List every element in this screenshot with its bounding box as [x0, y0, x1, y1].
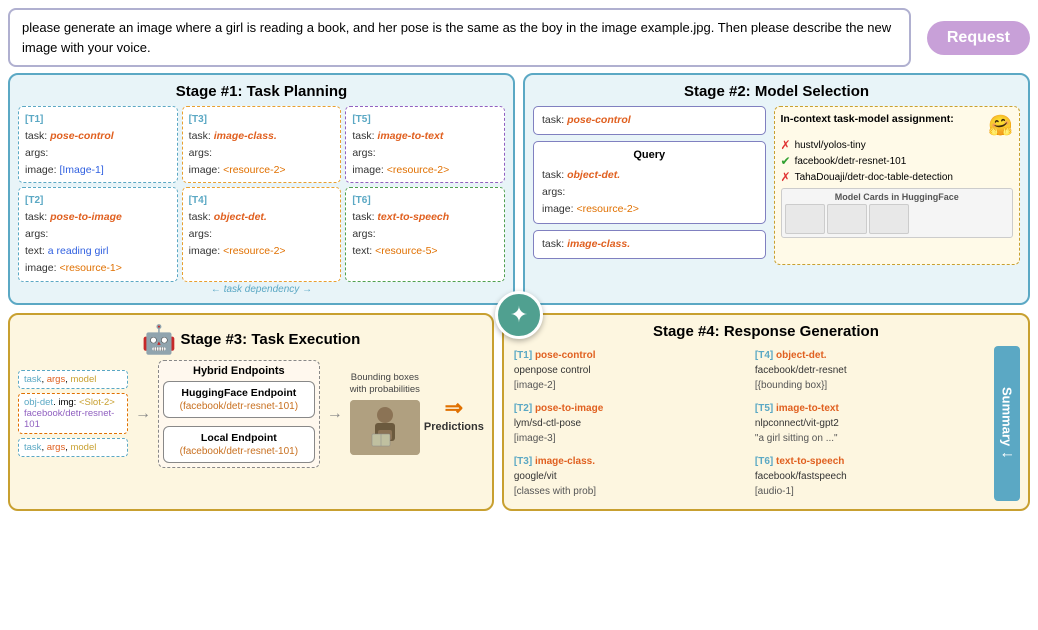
task-id-t1: [T1]	[25, 114, 43, 125]
model-col-title: In-context task-model assignment:	[781, 113, 954, 125]
bounding-section: Bounding boxeswith probabilities	[350, 372, 420, 456]
stage3-card-1: task, args, model	[18, 370, 128, 389]
stage1-title: Stage #1: Task Planning	[18, 83, 505, 100]
local-endpoint-sub: (facebook/detr-resnet-101)	[172, 446, 306, 457]
query-box-main: Query task: object-det. args: image: <re…	[533, 141, 766, 224]
stage4-item-t6: [T6] text-to-speech facebook/fastspeech …	[753, 452, 990, 501]
query-box-bottom: task: image-class.	[533, 230, 766, 259]
huggingface-endpoint: HuggingFace Endpoint (facebook/detr-resn…	[163, 381, 315, 418]
predictions-section: ⇒ Predictions	[424, 395, 484, 433]
stage4-box: Stage #4: Response Generation [T1] pose-…	[502, 313, 1030, 511]
stages-bottom-row: ✦ 🤖 Stage #3: Task Execution task, args,…	[8, 313, 1030, 511]
model-name-1: hustvl/yolos-tiny	[795, 140, 866, 151]
request-text-box: please generate an image where a girl is…	[8, 8, 911, 67]
task-id-t4: [T4]	[189, 195, 207, 206]
stage3-arrow-2: →	[327, 405, 343, 423]
gpt-center-icon: ✦	[495, 291, 543, 339]
stage4-item-t3: [T3] image-class. google/vit [classes wi…	[512, 452, 749, 501]
stages-top-row: Stage #1: Task Planning [T1] task: pose-…	[8, 73, 1030, 305]
model-cards-label: Model Cards in HuggingFace	[785, 192, 1010, 202]
task-card-t5: [T5] task: image-to-text args: image: <r…	[345, 106, 505, 183]
stage2-box: Stage #2: Model Selection task: pose-con…	[523, 73, 1030, 305]
hf-endpoint-title: HuggingFace Endpoint	[172, 387, 306, 399]
x-icon-2: ✗	[781, 170, 791, 184]
predictions-arrow-icon: ⇒	[445, 395, 463, 421]
stage3-card-2: obj-det. img: <Slot-2> facebook/detr-res…	[18, 393, 128, 434]
summary-arrow: Summary ↓	[994, 346, 1020, 501]
task-card-t6: [T6] task: text-to-speech args: text: <r…	[345, 187, 505, 281]
stage2-inner: task: pose-control Query task: object-de…	[533, 106, 1020, 265]
summary-down-arrow: ↓	[998, 451, 1016, 459]
task-card-t1: [T1] task: pose-control args: image: [Im…	[18, 106, 178, 183]
bb-label: Bounding boxeswith probabilities	[350, 372, 420, 397]
request-section: please generate an image where a girl is…	[8, 8, 1030, 67]
main-container: please generate an image where a girl is…	[0, 0, 1038, 630]
model-name-3: TahaDouaji/detr-doc-table-detection	[795, 172, 953, 183]
stage4-item-t5: [T5] image-to-text nlpconnect/vit-gpt2 "…	[753, 399, 990, 448]
model-name-2: facebook/detr-resnet-101	[795, 156, 907, 167]
stage3-title: Stage #3: Task Execution	[180, 331, 360, 348]
check-icon-1: ✔	[781, 154, 791, 168]
task-card-t3: [T3] task: image-class. args: image: <re…	[182, 106, 342, 183]
stage4-grid: [T1] pose-control openpose control [imag…	[512, 346, 990, 501]
hybrid-endpoints-label: Hybrid Endpoints	[163, 365, 315, 377]
task-id-t3: [T3]	[189, 114, 207, 125]
endpoints-wrapper: HuggingFace Endpoint (facebook/detr-resn…	[163, 381, 315, 463]
robot-emoji: 🤖	[142, 323, 177, 356]
model-emoji: 🤗	[988, 113, 1013, 138]
task-id-t5: [T5]	[352, 114, 370, 125]
stage2-query-col: task: pose-control Query task: object-de…	[533, 106, 766, 265]
stage2-model-col: In-context task-model assignment: 🤗 ✗ hu…	[774, 106, 1021, 265]
stage4-title: Stage #4: Response Generation	[512, 323, 1020, 340]
summary-label: Summary	[1000, 387, 1015, 446]
task-card-t2: [T2] task: pose-to-image args: text: a r…	[18, 187, 178, 281]
task-id-t2: [T2]	[25, 195, 43, 206]
local-endpoint: Local Endpoint (facebook/detr-resnet-101…	[163, 426, 315, 463]
stage3-flow: task, args, model obj-det. img: <Slot-2>…	[18, 360, 484, 468]
stage3-left-cards: task, args, model obj-det. img: <Slot-2>…	[18, 370, 128, 457]
model-item-2: ✔ facebook/detr-resnet-101	[781, 154, 1014, 168]
stage1-box: Stage #1: Task Planning [T1] task: pose-…	[8, 73, 515, 305]
stage2-title: Stage #2: Model Selection	[533, 83, 1020, 100]
gpt-symbol: ✦	[510, 302, 528, 328]
request-text: please generate an image where a girl is…	[22, 20, 891, 55]
stage4-item-t1: [T1] pose-control openpose control [imag…	[512, 346, 749, 395]
stage4-item-t2: [T2] pose-to-image lym/sd-ctl-pose [imag…	[512, 399, 749, 448]
girl-reading-image	[350, 400, 420, 455]
stage3-card-3: task, args, model	[18, 438, 128, 457]
stage1-grid: [T1] task: pose-control args: image: [Im…	[18, 106, 505, 282]
query-box-top: task: pose-control	[533, 106, 766, 135]
stage3-center: Hybrid Endpoints HuggingFace Endpoint (f…	[158, 360, 320, 468]
predictions-label: Predictions	[424, 421, 484, 433]
hf-endpoint-sub: (facebook/detr-resnet-101)	[172, 401, 306, 412]
stage3-box: 🤖 Stage #3: Task Execution task, args, m…	[8, 313, 494, 511]
stage4-content: [T1] pose-control openpose control [imag…	[512, 346, 1020, 501]
stage4-item-t4: [T4] object-det. facebook/detr-resnet [{…	[753, 346, 990, 395]
model-cards-preview: Model Cards in HuggingFace	[781, 188, 1014, 238]
local-endpoint-title: Local Endpoint	[172, 432, 306, 444]
x-icon-1: ✗	[781, 138, 791, 152]
stage3-arrow-1: →	[135, 405, 151, 423]
task-dep-label: ← task dependency →	[18, 284, 505, 295]
task-card-t4: [T4] task: object-det. args: image: <res…	[182, 187, 342, 281]
request-badge: Request	[927, 21, 1030, 55]
model-item-1: ✗ hustvl/yolos-tiny	[781, 138, 1014, 152]
hybrid-endpoints-outer: Hybrid Endpoints HuggingFace Endpoint (f…	[158, 360, 320, 468]
task-id-t6: [T6]	[352, 195, 370, 206]
stage3-header: 🤖 Stage #3: Task Execution	[18, 323, 484, 356]
model-item-3: ✗ TahaDouaji/detr-doc-table-detection	[781, 170, 1014, 184]
